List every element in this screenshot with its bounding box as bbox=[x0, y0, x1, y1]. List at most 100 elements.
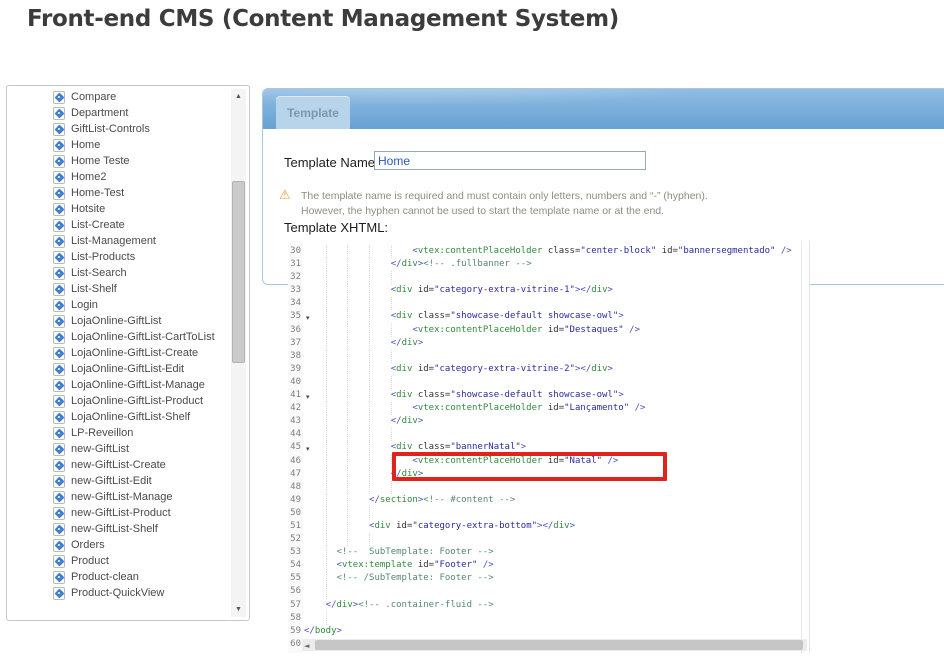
tree-item-login[interactable]: Login bbox=[7, 297, 227, 313]
code-text: </div><!-- .fullbanner --> bbox=[391, 258, 532, 271]
tree-item-lojaonline-giftlist-edit[interactable]: LojaOnline-GiftList-Edit bbox=[7, 361, 227, 377]
code-text: <vtex:contentPlaceHolder class="center-b… bbox=[412, 245, 791, 258]
template-file-icon bbox=[53, 363, 65, 376]
tree-item-new-giftlist-product[interactable]: new-GiftList-Product bbox=[7, 505, 227, 521]
tree-item-new-giftlist-manage[interactable]: new-GiftList-Manage bbox=[7, 489, 227, 505]
code-line-32: 32 bbox=[288, 271, 809, 284]
template-file-icon bbox=[53, 155, 65, 168]
tree-item-new-giftlist-shelf[interactable]: new-GiftList-Shelf bbox=[7, 521, 227, 537]
line-number: 38 bbox=[288, 350, 301, 363]
indent-guide bbox=[369, 402, 370, 415]
scroll-up-icon[interactable]: ▲ bbox=[231, 90, 246, 103]
tree-item-hotsite[interactable]: Hotsite bbox=[7, 201, 227, 217]
tree-item-label: GiftList-Controls bbox=[71, 123, 150, 135]
indent-guide bbox=[347, 350, 348, 363]
indent-guide bbox=[326, 337, 327, 350]
tree-item-label: List-Shelf bbox=[71, 283, 117, 295]
tree-item-department[interactable]: Department bbox=[7, 105, 227, 121]
template-file-icon bbox=[53, 139, 65, 152]
template-file-icon bbox=[53, 123, 65, 136]
tree-item-home teste[interactable]: Home Teste bbox=[7, 153, 227, 169]
tree-item-list-products[interactable]: List-Products bbox=[7, 249, 227, 265]
indent-guide bbox=[369, 350, 370, 363]
indent-guide bbox=[369, 428, 370, 441]
template-file-icon bbox=[53, 251, 65, 264]
tree-item-label: Home2 bbox=[71, 171, 106, 183]
code-line-37: 37</div> bbox=[288, 337, 809, 350]
line-number: 53 bbox=[288, 546, 301, 559]
indent-guide bbox=[369, 468, 370, 481]
tree-item-list-shelf[interactable]: List-Shelf bbox=[7, 281, 227, 297]
template-name-label: Template Name: bbox=[284, 155, 379, 170]
tree-item-lojaonline-giftlist-shelf[interactable]: LojaOnline-GiftList-Shelf bbox=[7, 409, 227, 425]
tree-item-lojaonline-giftlist-carttolist[interactable]: LojaOnline-GiftList-CartToList bbox=[7, 329, 227, 345]
indent-guide bbox=[326, 468, 327, 481]
tree-item-new-giftlist-create[interactable]: new-GiftList-Create bbox=[7, 457, 227, 473]
indent-guide bbox=[391, 350, 392, 363]
tree-item-label: LojaOnline-GiftList-Create bbox=[71, 347, 198, 359]
template-name-input[interactable] bbox=[374, 151, 646, 170]
line-number: 48 bbox=[288, 481, 301, 494]
tree-item-product[interactable]: Product bbox=[7, 553, 227, 569]
indent-guide bbox=[369, 376, 370, 389]
tree-item-label: LojaOnline-GiftList bbox=[71, 315, 162, 327]
indent-guide bbox=[326, 245, 327, 258]
code-line-48: 48 bbox=[288, 481, 809, 494]
code-rows: 30<vtex:contentPlaceHolder class="center… bbox=[288, 241, 809, 651]
tab-template[interactable]: Template bbox=[276, 96, 350, 129]
tree-item-product-quickview[interactable]: Product-QuickView bbox=[7, 585, 227, 601]
tree-item-lp-reveillon[interactable]: LP-Reveillon bbox=[7, 425, 227, 441]
code-line-60: 60◄ bbox=[288, 638, 809, 651]
tree-item-compare[interactable]: Compare bbox=[7, 89, 227, 105]
page: Front-end CMS (Content Management System… bbox=[0, 0, 944, 668]
indent-guide bbox=[369, 389, 370, 402]
warning-icon: ⚠ bbox=[279, 187, 291, 203]
tree-scrollbar[interactable]: ▲ ▼ bbox=[231, 89, 246, 617]
scrollbar-thumb[interactable] bbox=[232, 181, 245, 363]
indent-guide bbox=[326, 507, 327, 520]
tree-item-label: new-GiftList-Create bbox=[71, 459, 166, 471]
tree-item-orders[interactable]: Orders bbox=[7, 537, 227, 553]
warning-line-2: However, the hyphen cannot be used to st… bbox=[301, 204, 708, 219]
line-number: 42 bbox=[288, 402, 301, 415]
tree-item-label: new-GiftList-Shelf bbox=[71, 523, 158, 535]
template-file-icon bbox=[53, 91, 65, 104]
xhtml-code-editor[interactable]: 30<vtex:contentPlaceHolder class="center… bbox=[288, 241, 810, 653]
hscroll-left-icon[interactable]: ◄ bbox=[304, 640, 309, 653]
indent-guide bbox=[391, 481, 392, 494]
tree-item-product-clean[interactable]: Product-clean bbox=[7, 569, 227, 585]
code-line-34: 34 bbox=[288, 297, 809, 310]
tree-item-home[interactable]: Home bbox=[7, 137, 227, 153]
line-number: 54 bbox=[288, 559, 301, 572]
indent-guide bbox=[347, 284, 348, 297]
indent-guide bbox=[326, 324, 327, 337]
tree-item-home2[interactable]: Home2 bbox=[7, 169, 227, 185]
tree-item-label: LojaOnline-GiftList-Edit bbox=[71, 363, 184, 375]
tree-item-lojaonline-giftlist-product[interactable]: LojaOnline-GiftList-Product bbox=[7, 393, 227, 409]
tree-item-lojaonline-giftlist-create[interactable]: LojaOnline-GiftList-Create bbox=[7, 345, 227, 361]
tree-item-label: new-GiftList-Edit bbox=[71, 475, 152, 487]
indent-guide bbox=[391, 271, 392, 284]
tree-item-label: Home-Test bbox=[71, 187, 124, 199]
page-title: Front-end CMS (Content Management System… bbox=[27, 6, 619, 32]
scroll-down-icon[interactable]: ▼ bbox=[231, 603, 246, 616]
indent-guide bbox=[326, 612, 327, 625]
tree-item-lojaonline-giftlist[interactable]: LojaOnline-GiftList bbox=[7, 313, 227, 329]
code-line-36: 36<vtex:contentPlaceHolder id="Destaques… bbox=[288, 324, 809, 337]
tree-item-home-test[interactable]: Home-Test bbox=[7, 185, 227, 201]
code-text: <!-- /SubTemplate: Footer --> bbox=[337, 572, 494, 585]
code-text: <div id="category-extra-bottom"></div> bbox=[369, 520, 575, 533]
tree-item-list-management[interactable]: List-Management bbox=[7, 233, 227, 249]
tree-item-new-giftlist[interactable]: new-GiftList bbox=[7, 441, 227, 457]
hscrollbar-thumb[interactable] bbox=[315, 640, 803, 650]
tree-item-lojaonline-giftlist-manage[interactable]: LojaOnline-GiftList-Manage bbox=[7, 377, 227, 393]
tree-item-list-create[interactable]: List-Create bbox=[7, 217, 227, 233]
code-line-51: 51<div id="category-extra-bottom"></div> bbox=[288, 520, 809, 533]
tree-item-new-giftlist-edit[interactable]: new-GiftList-Edit bbox=[7, 473, 227, 489]
tree-item-giftlist-controls[interactable]: GiftList-Controls bbox=[7, 121, 227, 137]
indent-guide bbox=[391, 297, 392, 310]
indent-guide bbox=[347, 245, 348, 258]
line-number: 40 bbox=[288, 376, 301, 389]
indent-guide bbox=[326, 258, 327, 271]
tree-item-list-search[interactable]: List-Search bbox=[7, 265, 227, 281]
